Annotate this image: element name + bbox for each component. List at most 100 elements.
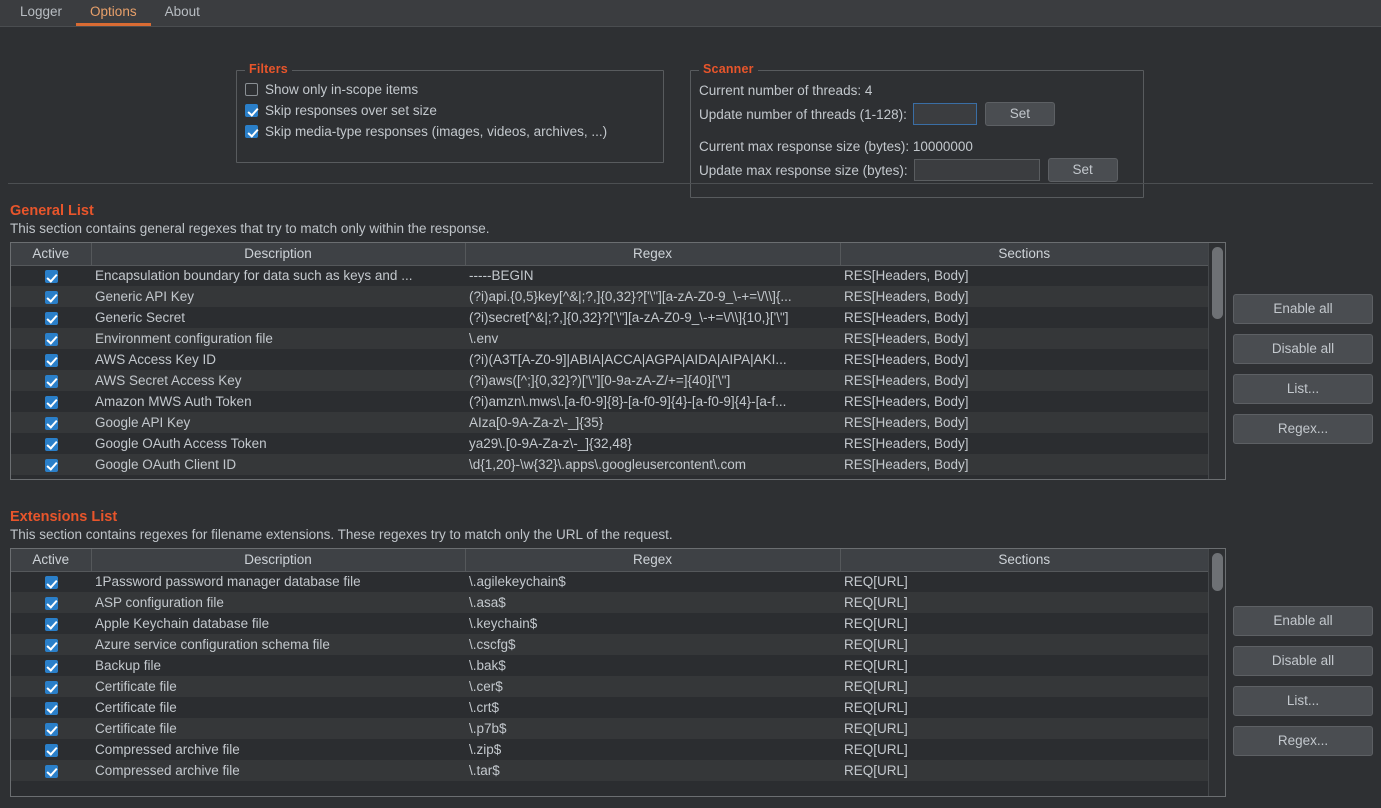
row-sections-cell: REQ[URL] [844,595,908,610]
checkbox-checked-icon[interactable] [44,290,58,304]
filter-option-in-scope[interactable]: Show only in-scope items [245,79,663,100]
checkbox-icon[interactable] [245,83,258,96]
table-row[interactable]: Certificate file \.p7b$ REQ[URL] [11,718,1208,739]
column-header-description[interactable]: Description [91,243,466,266]
row-active-cell[interactable] [11,634,91,655]
checkbox-checked-icon[interactable] [44,722,58,736]
checkbox-checked-icon[interactable] [44,374,58,388]
table-row[interactable]: Google OAuth Client ID \d{1,20}-\w{32}\.a… [11,454,1208,475]
tab-logger[interactable]: Logger [6,0,76,26]
general-list-scrollbar[interactable] [1208,243,1225,479]
row-active-cell[interactable] [11,265,91,286]
row-active-cell[interactable] [11,760,91,781]
row-active-cell[interactable] [11,454,91,475]
row-active-cell[interactable] [11,676,91,697]
table-row[interactable]: AWS Access Key ID (?i)(A3T[A-Z0-9]|ABIA|A… [11,349,1208,370]
general-regex-button[interactable]: Regex... [1233,414,1373,444]
row-active-cell[interactable] [11,391,91,412]
filter-option-skip-large[interactable]: Skip responses over set size [245,100,663,121]
extensions-disable-all-button[interactable]: Disable all [1233,646,1373,676]
extensions-list-scrollbar-thumb[interactable] [1212,553,1223,591]
row-active-cell[interactable] [11,349,91,370]
checkbox-checked-icon[interactable] [44,659,58,673]
table-row[interactable]: Compressed archive file \.tar$ REQ[URL] [11,760,1208,781]
tab-options[interactable]: Options [76,0,151,26]
column-header-active[interactable]: Active [11,549,92,572]
row-regex-cell: \.crt$ [469,700,500,715]
checkbox-checked-icon[interactable] [44,743,58,757]
row-active-cell[interactable] [11,697,91,718]
checkbox-checked-icon[interactable] [44,395,58,409]
set-threads-button[interactable]: Set [984,102,1055,126]
general-disable-all-button[interactable]: Disable all [1233,334,1373,364]
row-active-cell[interactable] [11,571,91,592]
extensions-list-button[interactable]: List... [1233,686,1373,716]
table-row[interactable]: 1Password password manager database file… [11,571,1208,592]
column-header-sections[interactable]: Sections [840,549,1208,572]
checkbox-checked-icon[interactable] [44,680,58,694]
extensions-list-section: Extensions List This section contains re… [0,509,1381,798]
table-row[interactable]: Certificate file \.crt$ REQ[URL] [11,697,1208,718]
extensions-enable-all-button[interactable]: Enable all [1233,606,1373,636]
checkbox-checked-icon[interactable] [44,764,58,778]
row-active-cell[interactable] [11,655,91,676]
column-header-sections[interactable]: Sections [840,243,1208,266]
update-max-response-input[interactable] [913,159,1040,181]
general-list-button[interactable]: List... [1233,374,1373,404]
checkbox-checked-icon[interactable] [44,353,58,367]
row-active-cell[interactable] [11,592,91,613]
tab-about[interactable]: About [151,0,214,26]
filter-option-skip-media[interactable]: Skip media-type responses (images, video… [245,121,663,142]
table-row[interactable]: Amazon MWS Auth Token (?i)amzn\.mws\.[a-f… [11,391,1208,412]
general-enable-all-button[interactable]: Enable all [1233,294,1373,324]
table-row[interactable]: Google OAuth Access Token ya29\.[0-9A-Za-… [11,433,1208,454]
checkbox-checked-icon[interactable] [44,596,58,610]
update-threads-input[interactable] [912,103,977,125]
column-header-active[interactable]: Active [11,243,92,266]
table-row[interactable]: Certificate file \.cer$ REQ[URL] [11,676,1208,697]
tab-about-label: About [164,4,200,19]
checkbox-checked-icon[interactable] [44,437,58,451]
general-list-scrollbar-thumb[interactable] [1212,247,1223,319]
row-sections-cell: RES[Headers, Body] [844,352,969,367]
set-max-response-button[interactable]: Set [1047,158,1118,182]
checkbox-checked-icon[interactable] [44,576,58,590]
checkbox-checked-icon[interactable] [44,311,58,325]
checkbox-checked-icon[interactable] [245,104,258,117]
column-header-description[interactable]: Description [91,549,466,572]
row-active-cell[interactable] [11,328,91,349]
row-active-cell[interactable] [11,370,91,391]
checkbox-checked-icon[interactable] [44,638,58,652]
table-row[interactable]: Apple Keychain database file \.keychain$ R… [11,613,1208,634]
table-row[interactable]: Compressed archive file \.zip$ REQ[URL] [11,739,1208,760]
extensions-regex-button[interactable]: Regex... [1233,726,1373,756]
row-sections-cell: REQ[URL] [844,763,908,778]
table-row[interactable]: Generic API Key (?i)api.{0,5}key[^&|;?,]{… [11,286,1208,307]
row-active-cell[interactable] [11,739,91,760]
table-row[interactable]: Generic Secret (?i)secret[^&|;?,]{0,32}?[… [11,307,1208,328]
table-row[interactable]: Google API Key AIza[0-9A-Za-z\-_]{35} RES[… [11,412,1208,433]
row-active-cell[interactable] [11,307,91,328]
column-header-regex[interactable]: Regex [465,549,841,572]
checkbox-checked-icon[interactable] [44,270,58,284]
checkbox-checked-icon[interactable] [44,332,58,346]
checkbox-checked-icon[interactable] [44,416,58,430]
column-header-regex[interactable]: Regex [465,243,841,266]
extensions-list-scrollbar[interactable] [1208,549,1225,796]
table-row[interactable]: AWS Secret Access Key (?i)aws([^;]{0,32}?… [11,370,1208,391]
row-active-cell[interactable] [11,433,91,454]
table-row[interactable]: Azure service configuration schema file \… [11,634,1208,655]
row-regex-cell: (?i)secret[^&|;?,]{0,32}?['\"][a-zA-Z0-9… [469,310,789,325]
table-row[interactable]: Environment configuration file \.env RES[H… [11,328,1208,349]
table-row[interactable]: Encapsulation boundary for data such as … [11,265,1208,286]
checkbox-checked-icon[interactable] [245,125,258,138]
checkbox-checked-icon[interactable] [44,701,58,715]
row-active-cell[interactable] [11,718,91,739]
checkbox-checked-icon[interactable] [44,458,58,472]
row-active-cell[interactable] [11,286,91,307]
row-active-cell[interactable] [11,412,91,433]
table-row[interactable]: ASP configuration file \.asa$ REQ[URL] [11,592,1208,613]
checkbox-checked-icon[interactable] [44,617,58,631]
table-row[interactable]: Backup file \.bak$ REQ[URL] [11,655,1208,676]
row-active-cell[interactable] [11,613,91,634]
